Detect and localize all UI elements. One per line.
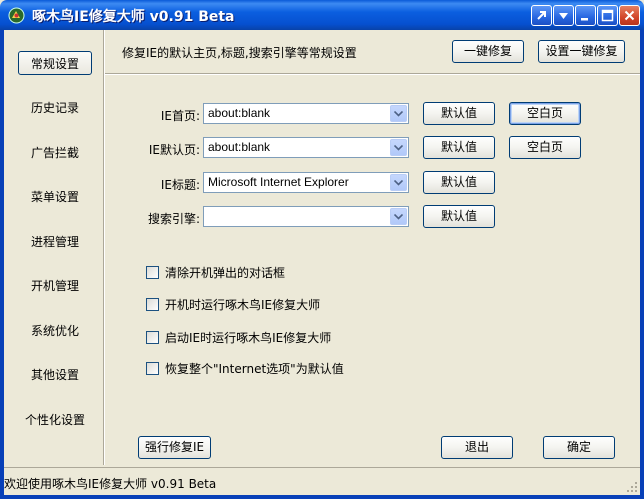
close-button[interactable] [619, 5, 640, 26]
sidebar: 常规设置 历史记录 广告拦截 菜单设置 进程管理 开机管理 系统优化 其他设置 … [4, 30, 104, 465]
default-page-label: IE默认页: [148, 143, 200, 157]
woodpecker-app-icon [8, 7, 25, 24]
homepage-select[interactable]: about:blank [203, 103, 409, 124]
checkbox-box[interactable] [146, 330, 159, 344]
ok-button[interactable]: 确定 [543, 436, 615, 459]
search-engine-select[interactable] [203, 206, 409, 227]
minimize-button[interactable] [575, 5, 596, 26]
minimize-icon [581, 18, 588, 21]
help-button[interactable] [531, 5, 552, 26]
sidebar-item-history[interactable]: 历史记录 [18, 96, 92, 120]
status-bar: 欢迎使用啄木鸟IE修复大师 v0.91 Beta [4, 467, 640, 495]
window-frame-right [640, 30, 644, 499]
checkbox-box[interactable] [146, 297, 159, 311]
description-bar: 修复IE的默认主页,标题,搜索引擎等常规设置 一键修复 设置一键修复 [105, 30, 640, 74]
sidebar-item-other[interactable]: 其他设置 [18, 363, 92, 387]
chevron-down-icon[interactable] [390, 174, 407, 191]
checkbox-box[interactable] [146, 265, 159, 279]
checkbox-label: 开机时运行啄木鸟IE修复大师 [165, 297, 321, 312]
homepage-default-button[interactable]: 默认值 [423, 102, 495, 125]
default-page-blank-button[interactable]: 空白页 [509, 136, 581, 159]
search-engine-default-button[interactable]: 默认值 [423, 205, 495, 228]
checkbox-run-at-boot[interactable]: 开机时运行啄木鸟IE修复大师 [146, 296, 320, 312]
force-fix-ie-button[interactable]: 强行修复IE [138, 436, 211, 459]
homepage-blank-button[interactable]: 空白页 [509, 102, 581, 125]
close-icon [624, 10, 635, 21]
default-page-default-button[interactable]: 默认值 [423, 136, 495, 159]
checkbox-clear-startup-dialog[interactable]: 清除开机弹出的对话框 [146, 264, 285, 280]
sidebar-item-startup[interactable]: 开机管理 [18, 274, 92, 298]
title-bar[interactable]: 啄木鸟IE修复大师 v0.91 Beta [0, 0, 644, 30]
window-title: 啄木鸟IE修复大师 v0.91 Beta [32, 9, 235, 25]
maximize-button[interactable] [597, 5, 618, 26]
checkbox-label: 恢复整个"Internet选项"为默认值 [165, 361, 344, 376]
checkbox-label: 启动IE时运行啄木鸟IE修复大师 [165, 330, 332, 345]
resize-grip-icon[interactable] [626, 481, 638, 493]
chevron-down-icon[interactable] [390, 139, 407, 156]
sidebar-item-general[interactable]: 常规设置 [18, 51, 92, 75]
homepage-value: about:blank [208, 106, 271, 120]
title-select[interactable]: Microsoft Internet Explorer [203, 172, 409, 193]
search-engine-label: 搜索引擎: [147, 212, 200, 226]
checkbox-run-with-ie[interactable]: 启动IE时运行啄木鸟IE修复大师 [146, 329, 331, 345]
checkbox-label: 清除开机弹出的对话框 [165, 265, 286, 280]
sidebar-item-personalize[interactable]: 个性化设置 [18, 408, 92, 432]
one-click-fix-button[interactable]: 一键修复 [452, 40, 524, 63]
status-text: 欢迎使用啄木鸟IE修复大师 v0.91 Beta [4, 477, 217, 491]
page-description: 修复IE的默认主页,标题,搜索引擎等常规设置 [122, 46, 357, 60]
default-page-value: about:blank [208, 140, 271, 154]
chevron-down-icon[interactable] [390, 105, 407, 122]
main-panel: 修复IE的默认主页,标题,搜索引擎等常规设置 一键修复 设置一键修复 IE首页:… [105, 30, 640, 465]
checkbox-box[interactable] [146, 361, 159, 375]
maximize-icon [601, 9, 614, 22]
sidebar-item-ad-block[interactable]: 广告拦截 [18, 141, 92, 165]
title-default-button[interactable]: 默认值 [423, 171, 495, 194]
exit-button[interactable]: 退出 [441, 436, 513, 459]
chevron-down-icon[interactable] [390, 208, 407, 225]
default-page-select[interactable]: about:blank [203, 137, 409, 158]
sidebar-item-process[interactable]: 进程管理 [18, 230, 92, 254]
sidebar-item-optimize[interactable]: 系统优化 [18, 319, 92, 343]
menu-button[interactable] [553, 5, 574, 26]
title-value: Microsoft Internet Explorer [208, 175, 349, 189]
homepage-label: IE首页: [160, 109, 200, 123]
sidebar-item-menu[interactable]: 菜单设置 [18, 185, 92, 209]
checkbox-reset-internet-options[interactable]: 恢复整个"Internet选项"为默认值 [146, 360, 344, 376]
menu-icon [559, 13, 568, 19]
set-one-click-fix-button[interactable]: 设置一键修复 [538, 40, 625, 63]
title-label: IE标题: [160, 178, 200, 192]
description-divider [105, 73, 640, 75]
help-icon [537, 11, 546, 20]
window-frame-bottom [0, 495, 644, 499]
